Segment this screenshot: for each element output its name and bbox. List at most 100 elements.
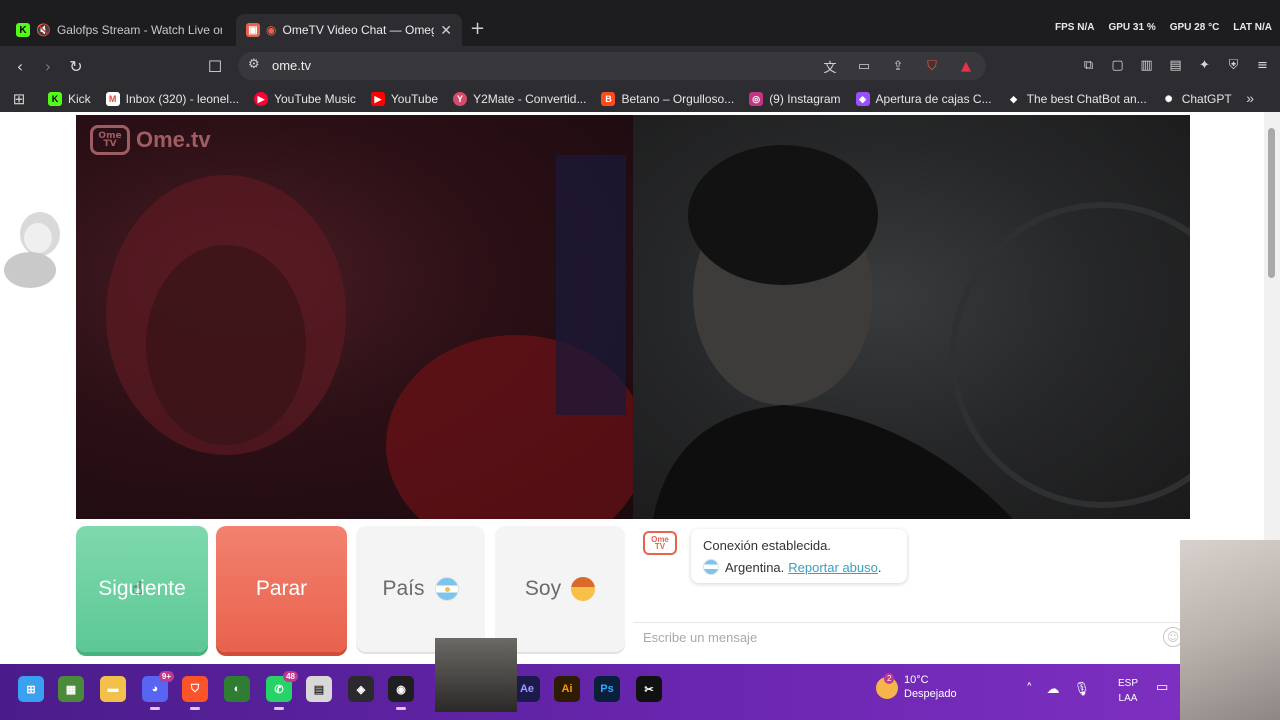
- argentina-flag-icon: [703, 559, 719, 575]
- ometv-chat-logo-icon: Ome TV: [643, 531, 677, 555]
- onedrive-icon[interactable]: ☁: [1047, 682, 1060, 697]
- bookmark-instagram[interactable]: ◎ (9) Instagram: [749, 92, 841, 106]
- reload-icon[interactable]: ↻: [66, 56, 86, 76]
- bookmark-betano[interactable]: B Betano – Orgulloso...: [601, 92, 734, 106]
- file-explorer-icon[interactable]: ▬: [100, 676, 126, 702]
- baby-sticker-image: [4, 212, 60, 288]
- vpn-icon[interactable]: ⛨: [1224, 56, 1243, 75]
- boy-face-icon: [571, 577, 596, 601]
- bookmarks-bar: ⊞ K Kick M Inbox (320) - leonel... ▶ YouTub…: [0, 86, 1280, 112]
- kick-icon: K: [16, 23, 30, 37]
- language-indicator[interactable]: ESP LAA: [1118, 676, 1138, 706]
- brave-shields-icon[interactable]: ⛉: [922, 56, 942, 76]
- youtube-music-icon: ▶: [254, 92, 269, 106]
- weather-condition: Despejado: [904, 687, 957, 700]
- y2mate-icon: Y: [453, 92, 468, 106]
- chatgpt-icon: ✺: [1164, 93, 1173, 104]
- self-video: [633, 115, 1190, 519]
- leo-ai-icon[interactable]: ✦: [1195, 56, 1214, 75]
- report-abuse-link[interactable]: Reportar abuso: [788, 560, 878, 575]
- apps-grid-icon[interactable]: ⊞: [10, 90, 28, 108]
- whatsapp-icon[interactable]: ✆ 48: [266, 671, 298, 710]
- share-icon[interactable]: ⇪: [888, 56, 908, 76]
- bookmark-y2mate[interactable]: Y Y2Mate - Convertid...: [453, 92, 586, 106]
- brave-rewards-icon[interactable]: ▲: [956, 56, 976, 76]
- cast-icon[interactable]: ▭: [854, 56, 874, 76]
- url-text[interactable]: ome.tv: [272, 58, 311, 73]
- weather-widget[interactable]: 2 10°C Despejado: [876, 672, 957, 702]
- weather-sun-icon: 2: [876, 672, 898, 699]
- obs-icon[interactable]: ◉: [388, 676, 414, 710]
- notifications-icon[interactable]: ▭: [1156, 680, 1168, 695]
- betano-icon: B: [601, 92, 616, 106]
- show-hidden-icons-icon[interactable]: ˄: [1026, 682, 1033, 697]
- hand-cursor-icon: ☝: [132, 578, 143, 599]
- gpu-temp-stat: GPU 28 °C: [1169, 22, 1220, 33]
- stranger-video-frame: [106, 155, 633, 519]
- more-bookmarks-icon[interactable]: »: [1246, 90, 1254, 106]
- bookmark-gmail[interactable]: M Inbox (320) - leonel...: [105, 92, 239, 106]
- message-composer: ☺: [633, 622, 1183, 652]
- wallet-icon[interactable]: ▤: [1166, 56, 1185, 75]
- after-effects-icon[interactable]: Ae: [514, 676, 540, 702]
- back-icon[interactable]: ‹: [10, 56, 30, 76]
- country-filter-button[interactable]: País: [356, 526, 485, 652]
- scrollbar-thumb[interactable]: [1268, 128, 1275, 278]
- recording-icon: ◉: [266, 23, 277, 37]
- photoshop-icon[interactable]: Ps: [594, 676, 620, 702]
- tab-galofps[interactable]: K 🔇 Galofps Stream - Watch Live on K: [6, 14, 232, 46]
- chatbot-icon: ◆: [1010, 93, 1018, 104]
- stop-button[interactable]: Parar: [216, 526, 347, 652]
- connection-status: Conexión establecida.: [703, 538, 831, 553]
- ometv-logo-icon: Ome TV: [90, 125, 130, 155]
- site-settings-icon[interactable]: ⚙: [248, 57, 260, 72]
- brave-icon[interactable]: ⛉: [182, 676, 208, 710]
- screenshot-icon[interactable]: ▢: [1108, 56, 1127, 75]
- weather-temp: 10°C: [904, 674, 929, 686]
- close-tab-icon[interactable]: ✕: [440, 22, 452, 39]
- bookmark-chatgpt[interactable]: ✺ ChatGPT: [1162, 92, 1232, 106]
- sidebar-icon[interactable]: ▥: [1137, 56, 1156, 75]
- bookmark-cases[interactable]: ◆ Apertura de cajas C...: [855, 92, 992, 106]
- tab-title: Galofps Stream - Watch Live on K: [56, 23, 222, 37]
- illustrator-icon[interactable]: Ai: [554, 676, 580, 702]
- gender-select-button[interactable]: Soy: [495, 526, 625, 652]
- windows-start-icon[interactable]: ⊞: [18, 676, 44, 702]
- extensions-icon[interactable]: ⧉: [1079, 56, 1098, 75]
- bookmark-kick[interactable]: K Kick: [48, 92, 91, 106]
- watermark-text: Ome.tv: [136, 127, 211, 152]
- bookmark-youtube[interactable]: ▶ YouTube: [370, 92, 438, 106]
- bookmark-chatbot[interactable]: ◆ The best ChatBot an...: [1007, 92, 1147, 106]
- forward-icon[interactable]: ›: [38, 56, 58, 76]
- ometv-watermark: Ome TV Ome.tv: [90, 125, 211, 155]
- game-thumbnail-overlay: [435, 638, 517, 712]
- davinci-resolve-icon[interactable]: ◈: [348, 676, 374, 702]
- browser-tabstrip: K 🔇 Galofps Stream - Watch Live on K ▣ ◉…: [0, 0, 1280, 46]
- ometv-icon: ▣: [246, 23, 260, 37]
- bookmark-icon[interactable]: ☐: [205, 56, 225, 76]
- bookmark-youtube-music[interactable]: ▶ YouTube Music: [254, 92, 356, 106]
- capcut-icon[interactable]: ✂: [636, 676, 662, 702]
- tab-title: OmeTV Video Chat — Omegl: [282, 23, 435, 37]
- whatsapp-badge: 48: [283, 671, 298, 682]
- ultra-icon[interactable]: ◐: [224, 676, 250, 702]
- minecraft-icon[interactable]: ▦: [58, 676, 84, 702]
- new-tab-button[interactable]: +: [470, 18, 485, 39]
- menu-icon[interactable]: ≡: [1253, 56, 1272, 75]
- translate-icon[interactable]: 文: [820, 56, 840, 76]
- self-video-frame: [653, 145, 1190, 519]
- system-message: Conexión establecida. Argentina. Reporta…: [691, 529, 907, 583]
- discord-icon[interactable]: ◕ 9+: [142, 671, 174, 710]
- gmail-icon: M: [105, 92, 120, 106]
- address-bar[interactable]: ⚙ ome.tv 文 ▭ ⇪ ⛉ ▲: [238, 52, 986, 80]
- browser-toolbar: ‹ › ↻ ☐ ⚙ ome.tv 文 ▭ ⇪ ⛉ ▲ ⧉ ▢ ▥ ▤ ✦ ⛨ ≡: [0, 46, 1280, 86]
- perf-overlay: FPS N/A GPU 31 % GPU 28 °C LAT N/A: [1055, 22, 1272, 33]
- muted-audio-icon[interactable]: 🔇: [36, 23, 51, 37]
- notepad-icon[interactable]: ▤: [306, 676, 332, 702]
- message-input[interactable]: [633, 623, 1153, 651]
- microphone-icon[interactable]: 🎙: [1074, 682, 1091, 697]
- discord-badge: 9+: [158, 671, 174, 682]
- argentina-flag-icon: [434, 577, 459, 601]
- tab-ometv[interactable]: ▣ ◉ OmeTV Video Chat — Omegl ✕: [236, 14, 462, 46]
- gpu-stat: GPU 31 %: [1108, 22, 1156, 33]
